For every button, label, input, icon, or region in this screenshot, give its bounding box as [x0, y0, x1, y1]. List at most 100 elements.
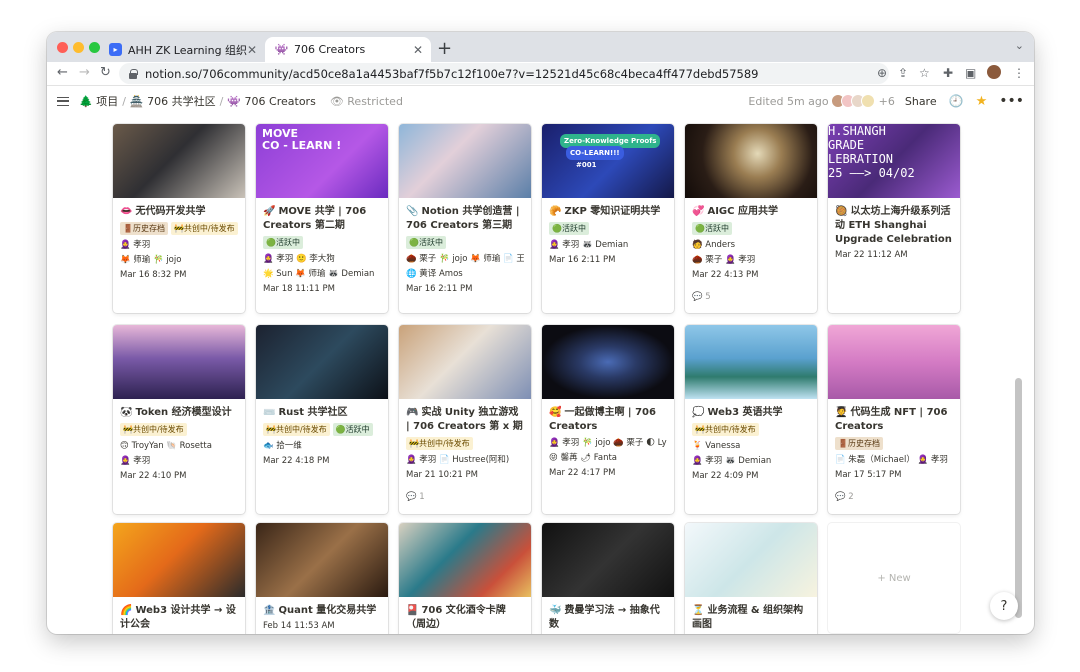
tab-title: AHH ZK Learning 组织小组 [128, 43, 247, 57]
card-body: 💞 AIGC 应用共学 🟢活跃中 🧑 Anders 🌰 栗子 🧕 孝羽 Mar 22 4:… [685, 198, 817, 308]
gallery-card[interactable]: 🏦 Quant 量化交易共学 Feb 14 11:53 AM [256, 523, 388, 634]
bookmark-star-icon[interactable]: ☆ [919, 66, 930, 80]
card-title[interactable]: 💭 Web3 英语共学 [692, 406, 810, 420]
side-panel-icon[interactable]: ▣ [965, 66, 976, 80]
favorite-star-icon[interactable]: ★ [976, 94, 988, 109]
card-body: ⏳ 业务流程 & 组织架构画图 [685, 597, 817, 634]
breadcrumb-item-creators[interactable]: 👾 706 Creators [227, 95, 315, 108]
collaborator-count[interactable]: +6 [879, 95, 895, 108]
chevron-down-icon[interactable]: ⌄ [1015, 39, 1024, 52]
more-icon[interactable]: ••• [999, 93, 1024, 109]
card-title[interactable]: 🌈 Web3 设计共学 → 设计公会 [120, 604, 238, 632]
card-emoji-icon: 🥰 [549, 407, 562, 418]
gallery-card[interactable]: 🥰 一起做博主啊 | 706 Creators 🧕 孝羽 🎋 jojo 🌰 栗子 🌓… [542, 325, 674, 514]
card-title-text: 706 文化酒令卡牌（周边） [406, 605, 506, 630]
back-icon[interactable]: ← [57, 65, 68, 80]
extensions-icon[interactable]: ✚ [943, 66, 953, 80]
notion-topbar: 🌲 项目 / 🏯 706 共学社区 / 👾 706 Creators 👁 Res… [47, 87, 1034, 115]
card-title[interactable]: 👄 无代码开发共学 [120, 205, 238, 219]
breadcrumb-item-projects[interactable]: 🌲 项目 [79, 93, 118, 109]
gallery-card[interactable]: H.SHANGH GRADE LEBRATION 25 ——> 04/02 🥘 以太… [828, 124, 960, 313]
gallery-card[interactable]: 💭 Web3 英语共学 🚧共创中/待发布 🍹 Vanessa 🧕 孝羽 🦝 Demian… [685, 325, 817, 514]
card-cover-image [399, 124, 531, 198]
card-people: 🧑 Anders [692, 240, 736, 250]
card-title[interactable]: 🥰 一起做博主啊 | 706 Creators [549, 406, 667, 434]
comment-count[interactable]: 💬 1 [406, 492, 524, 502]
card-title[interactable]: 📎 Notion 共学创造营 | 706 Creators 第三期 [406, 205, 524, 233]
browser-menu-icon[interactable]: ⋮ [1013, 66, 1025, 80]
card-emoji-icon: 🎮 [406, 407, 419, 418]
card-title[interactable]: 🚀 MOVE 共学 | 706 Creators 第二期 [263, 205, 381, 233]
menu-icon[interactable] [57, 96, 69, 106]
gallery-card[interactable]: 📎 Notion 共学创造营 | 706 Creators 第三期 🟢活跃中 🌰 栗子… [399, 124, 531, 313]
card-title-text: 业务流程 & 组织架构画图 [692, 605, 804, 630]
card-title[interactable]: ⌨️ Rust 共学社区 [263, 406, 381, 420]
gallery-card[interactable]: 🐳费曼学习法 → 抽象代数Feb 24 11:18 AM [542, 523, 674, 634]
card-title-text: 以太坊上海升级系列活动 ETH Shanghai Upgrade Celebra… [835, 206, 952, 245]
card-title[interactable]: 🥘 以太坊上海升级系列活动 ETH Shanghai Upgrade Celebr… [835, 205, 953, 247]
share-page-icon[interactable]: ⇪ [898, 66, 908, 80]
gallery-card[interactable]: 👄 无代码开发共学 🚪历史存档 🚧共创中/待发布 🧕 孝羽 🦊 师瑜 🎋 jojo Mar … [113, 124, 245, 313]
gallery-card[interactable]: 🐼 Token 经济模型设计 🚧共创中/待发布 🙃 TroyYan 🐚 Rosetta… [113, 325, 245, 514]
gallery-card[interactable]: ⏳ 业务流程 & 组织架构画图 [685, 523, 817, 634]
status-badge: 🚪历史存档 [120, 222, 168, 235]
address-bar[interactable]: notion.so/706community/acd50ce8a1a4453ba… [119, 63, 889, 84]
card-people: 🧕 孝羽 🎋 jojo 🌰 栗子 🌓 Lyon [549, 438, 667, 448]
tab-close-icon[interactable]: ✕ [247, 43, 257, 57]
status-badge: 🚧共创中/待发布 [692, 423, 759, 436]
scrollbar[interactable] [1015, 378, 1022, 618]
profile-avatar[interactable] [987, 65, 1001, 79]
card-title-text: 一起做博主啊 | 706 Creators [549, 407, 656, 432]
gallery-card[interactable]: 🌈 Web3 设计共学 → 设计公会 [113, 523, 245, 634]
gallery-card[interactable]: 💞 AIGC 应用共学 🟢活跃中 🧑 Anders 🌰 栗子 🧕 孝羽 Mar 22 4:… [685, 124, 817, 313]
card-title[interactable]: 🐳 费曼学习法 → 抽象代数 [549, 604, 667, 632]
tab-ahh-zk[interactable]: ▸ AHH ZK Learning 组织小组 ✕ [99, 37, 265, 62]
status-tags: 🟢活跃中 [406, 236, 524, 249]
gallery-card[interactable]: 🎮 实战 Unity 独立游戏 | 706 Creators 第 x 期 🚧共创中/… [399, 325, 531, 514]
card-people: 🧕 孝羽 📄 Hustree(阿和) [406, 455, 510, 465]
gallery-card[interactable]: 🧑‍🎓 代码生成 NFT | 706 Creators 🚪历史存档 📄 朱磊（Mich… [828, 325, 960, 514]
card-title-text: Web3 设计共学 → 设计公会 [120, 605, 236, 630]
card-date: Feb 14 11:53 AM [263, 621, 335, 631]
card-title[interactable]: 💞 AIGC 应用共学 [692, 205, 810, 219]
gallery-card[interactable]: 🎴 706 文化酒令卡牌（周边） [399, 523, 531, 634]
browser-toolbar: ← → ↻ notion.so/706community/acd50ce8a1a… [47, 62, 1034, 86]
status-tags: 🚧共创中/待发布 [692, 423, 810, 436]
close-window-button[interactable] [57, 42, 68, 53]
reload-icon[interactable]: ↻ [100, 65, 111, 80]
breadcrumb-item-community[interactable]: 🏯 706 共学社区 [130, 93, 216, 109]
comment-count[interactable]: 💬 5 [692, 292, 810, 302]
install-icon[interactable]: ⊕ [877, 66, 887, 80]
clock-icon[interactable]: 🕘 [949, 94, 964, 108]
card-title[interactable]: 🏦 Quant 量化交易共学 [263, 604, 381, 618]
card-title-text: Notion 共学创造营 | 706 Creators 第三期 [406, 206, 520, 231]
new-tab-button[interactable]: + [437, 38, 452, 59]
card-title[interactable]: ⏳ 业务流程 & 组织架构画图 [692, 604, 810, 632]
status-badge: 🟢活跃中 [692, 222, 732, 235]
restricted-label[interactable]: 👁 Restricted [330, 95, 403, 108]
gallery-card[interactable]: Zero-Knowledge Proofs CO-LEARN!!! #001 🥐 ZKP… [542, 124, 674, 313]
status-tags: 🚪历史存档 🚧共创中/待发布 [120, 222, 238, 235]
gallery-card[interactable]: ⌨️ Rust 共学社区 🚧共创中/待发布 🟢活跃中 🐟 拾一维 Mar 22 4:18 … [256, 325, 388, 514]
minimize-window-button[interactable] [73, 42, 84, 53]
forward-icon[interactable]: → [79, 65, 90, 80]
tab-close-icon[interactable]: ✕ [413, 43, 423, 57]
new-card-button[interactable]: + New [828, 523, 960, 633]
card-emoji-icon: 🌈 [120, 605, 133, 616]
card-people: 🌰 栗子 🎋 jojo 🦊 师瑜 📄 王月 [406, 254, 524, 264]
share-button[interactable]: Share [905, 95, 937, 108]
card-title[interactable]: 🥐 ZKP 零知识证明共学 [549, 205, 667, 219]
card-title[interactable]: 🧑‍🎓 代码生成 NFT | 706 Creators [835, 406, 953, 434]
card-body: 🎮 实战 Unity 独立游戏 | 706 Creators 第 x 期 🚧共创中/… [399, 399, 531, 508]
card-title[interactable]: 🎴 706 文化酒令卡牌（周边） [406, 604, 524, 632]
card-title[interactable]: 🎮 实战 Unity 独立游戏 | 706 Creators 第 x 期 [406, 406, 524, 434]
tab-706-creators[interactable]: 👾 706 Creators ✕ [265, 37, 431, 62]
gallery-card[interactable]: MOVE CO - LEARN ! 🚀 MOVE 共学 | 706 Creators… [256, 124, 388, 313]
card-body: 🥐 ZKP 零知识证明共学 🟢活跃中 🧕 孝羽 🦝 Demian Mar 16 2:11… [542, 198, 674, 271]
help-button[interactable]: ? [990, 592, 1018, 620]
card-title[interactable]: 🐼 Token 经济模型设计 [120, 406, 238, 420]
avatar[interactable] [860, 94, 875, 108]
status-badge: 🚧共创中/待发布 [263, 423, 330, 436]
comment-count[interactable]: 💬 2 [835, 492, 953, 502]
card-date: Mar 22 4:17 PM [549, 468, 616, 478]
